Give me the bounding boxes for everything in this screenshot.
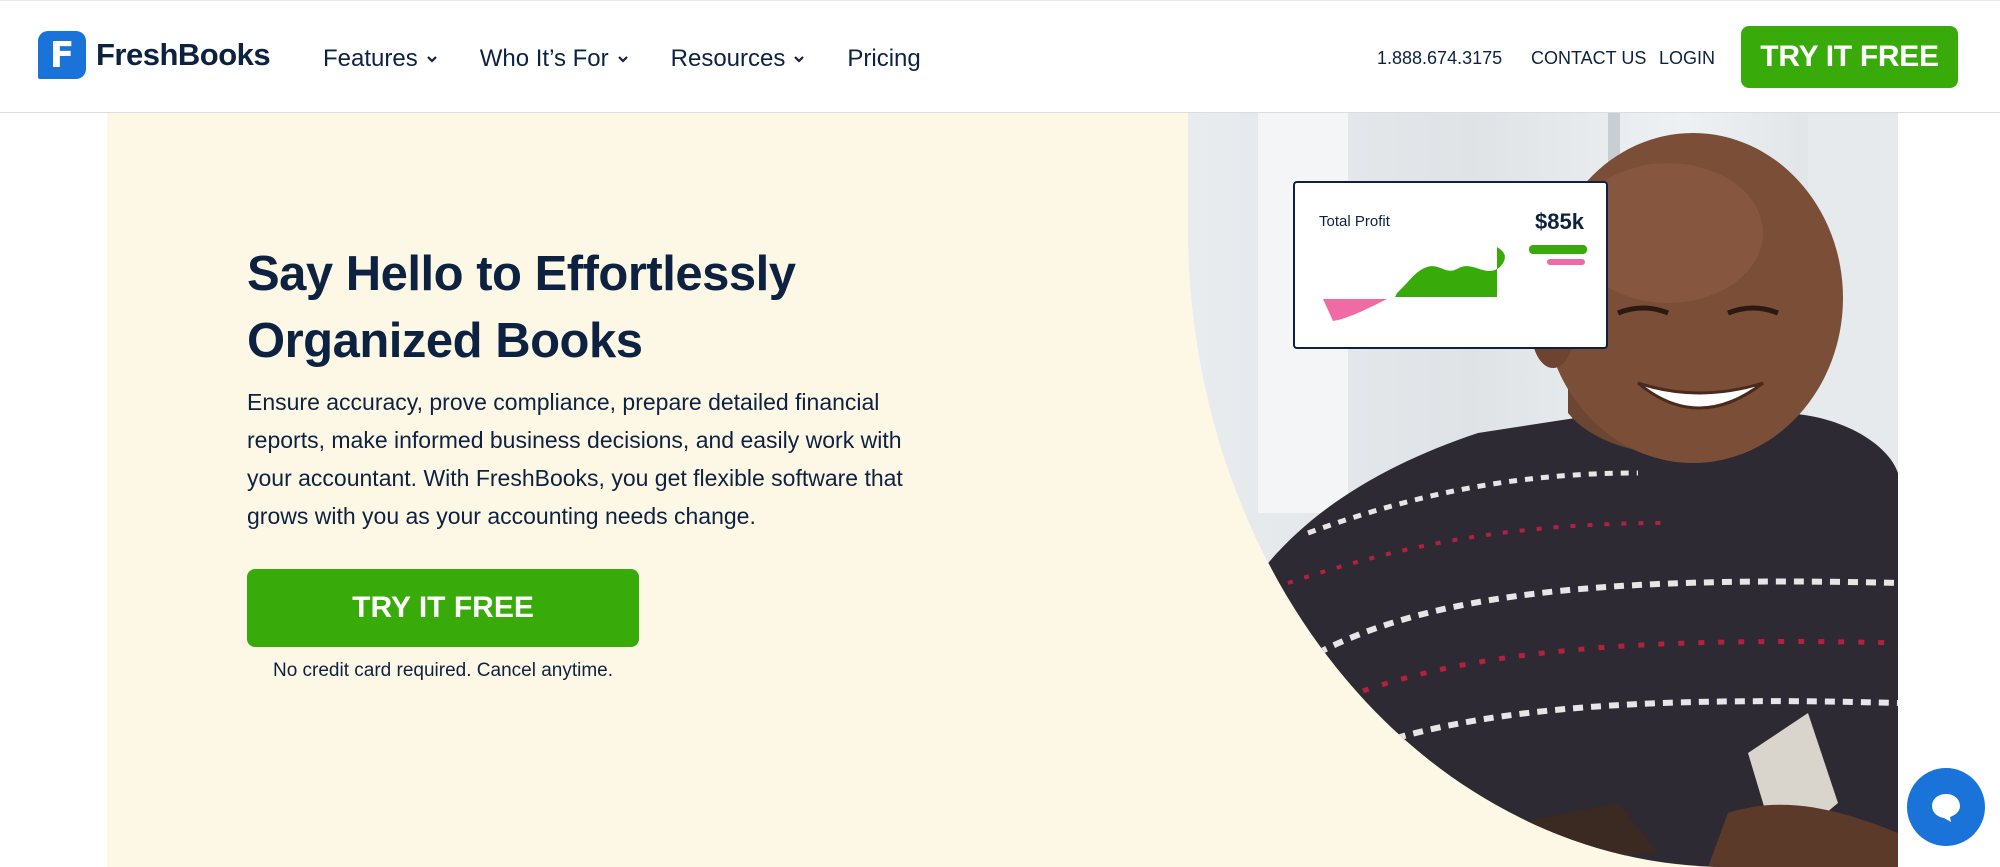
value-underline-pink bbox=[1547, 259, 1585, 265]
chat-bubble-icon bbox=[1932, 794, 1960, 822]
hero-title: Say Hello to Effortlessly Organized Book… bbox=[247, 241, 947, 375]
hero-title-line-1: Say Hello to Effortlessly bbox=[247, 247, 796, 301]
nav-label: Resources bbox=[670, 45, 786, 72]
contact-us-link[interactable]: CONTACT US bbox=[1531, 48, 1646, 69]
total-profit-card: Total Profit $85k bbox=[1293, 181, 1608, 349]
nav-label: Who It’s For bbox=[479, 45, 609, 72]
hero-description: Ensure accuracy, prove compliance, prepa… bbox=[247, 389, 903, 529]
nav-item-resources[interactable]: Resources bbox=[671, 45, 806, 73]
logo-mark-icon: F bbox=[38, 31, 86, 79]
freshbooks-logo[interactable]: F FreshBooks bbox=[38, 31, 271, 79]
profit-area bbox=[1395, 247, 1505, 297]
nav-label: Pricing bbox=[847, 45, 921, 72]
chat-button[interactable] bbox=[1907, 768, 1985, 846]
profit-mini-chart bbox=[1323, 245, 1587, 321]
loss-area bbox=[1323, 299, 1387, 321]
phone-link[interactable]: 1.888.674.3175 bbox=[1377, 48, 1502, 69]
login-link[interactable]: LOGIN bbox=[1659, 48, 1715, 69]
chevron-down-icon bbox=[794, 56, 805, 63]
hero-note: No credit card required. Cancel anytime. bbox=[272, 660, 614, 681]
hero-section: Say Hello to Effortlessly Organized Book… bbox=[107, 113, 1898, 867]
logo-text: FreshBooks bbox=[96, 37, 271, 72]
hero-try-free-button[interactable]: TRY IT FREE bbox=[247, 569, 639, 647]
chevron-down-icon bbox=[617, 56, 628, 63]
nav-item-pricing[interactable]: Pricing bbox=[847, 45, 920, 73]
hero-title-line-2: Organized Books bbox=[247, 314, 643, 368]
nav-label: Features bbox=[323, 45, 418, 72]
value-underline-green bbox=[1529, 245, 1587, 254]
site-header: F FreshBooks Features Who It’s For Resou… bbox=[0, 0, 2000, 113]
nav-item-features[interactable]: Features bbox=[323, 45, 438, 73]
nav-item-who-its-for[interactable]: Who It’s For bbox=[480, 45, 629, 73]
chevron-down-icon bbox=[426, 56, 437, 63]
main-nav: Features Who It’s For Resources Pricing bbox=[323, 45, 921, 73]
header-try-free-button[interactable]: TRY IT FREE bbox=[1741, 26, 1958, 88]
